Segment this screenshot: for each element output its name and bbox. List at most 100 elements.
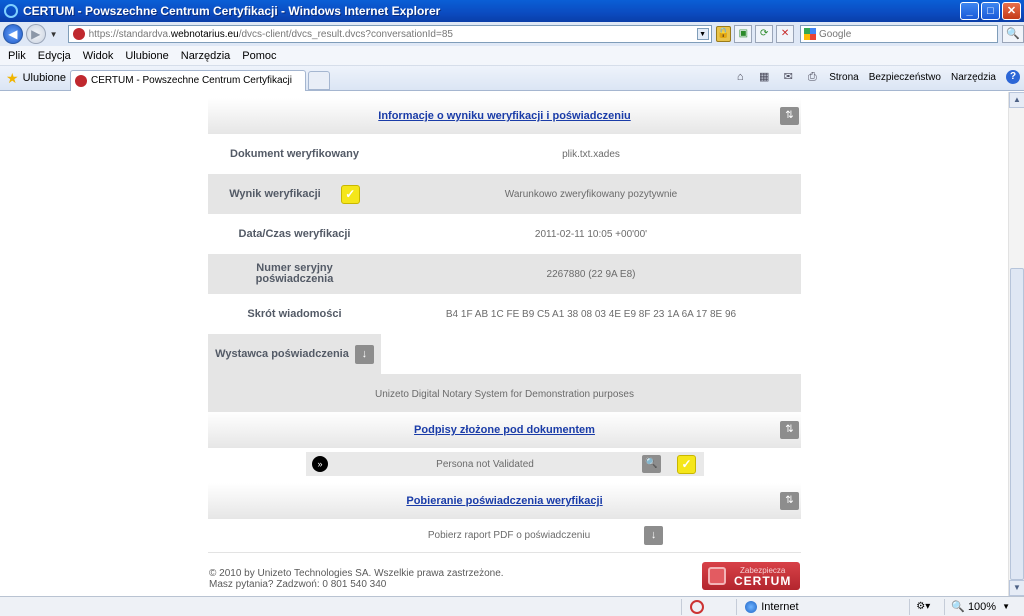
help-icon[interactable]: ?	[1006, 70, 1020, 84]
document-value: plik.txt.xades	[562, 148, 620, 160]
page-content: Informacje o wyniku weryfikacji i poświa…	[0, 92, 1008, 596]
badge-bottom-text: CERTUM	[734, 574, 792, 588]
result-value: Warunkowo zweryfikowany pozytywnie	[504, 188, 678, 200]
favorites-button[interactable]: ★ Ulubione	[0, 70, 68, 87]
tab-favicon-icon	[75, 74, 87, 87]
signatures-header: Podpisy złożone pod dokumentem ⇅	[208, 412, 801, 448]
check-icon: ✓	[340, 184, 360, 204]
history-dropdown-icon[interactable]: ▼	[50, 30, 58, 39]
refresh-icon[interactable]: ⟳	[755, 25, 774, 43]
row-issuer: Wystawca poświadczenia ↓	[208, 334, 801, 374]
zoom-dropdown-icon[interactable]: ▼	[1002, 602, 1010, 611]
menu-edit[interactable]: Edycja	[38, 50, 71, 62]
scroll-down-icon[interactable]: ▼	[1009, 580, 1024, 596]
certum-badge[interactable]: Zabezpiecza CERTUM	[702, 562, 800, 590]
back-button[interactable]: ◀	[3, 24, 23, 44]
menu-view[interactable]: Widok	[83, 50, 114, 62]
document-label: Dokument weryfikowany	[230, 148, 359, 160]
collapse-toggle-icon[interactable]: ⇅	[780, 492, 799, 510]
address-bar[interactable]: https://standardva.webnotarius.eu/dvcs-c…	[67, 25, 712, 43]
digest-label: Skrót wiadomości	[247, 308, 342, 320]
signature-check-icon: ✓	[677, 454, 696, 474]
expand-signature-icon[interactable]: »	[312, 456, 328, 472]
compatibility-icon[interactable]: ▣	[734, 25, 753, 43]
signature-row-wrap: » Persona not Validated 🔍 ✓	[208, 448, 801, 484]
popup-blocker-icon[interactable]: ⚙▾	[916, 601, 930, 612]
download-header-link[interactable]: Pobieranie poświadczenia weryfikacji	[406, 495, 602, 507]
command-bar: ⌂ ▦ ✉ ⎙ Strona Bezpieczeństwo Narzędzia …	[733, 70, 1020, 84]
status-divider	[681, 598, 683, 615]
search-input[interactable]	[819, 28, 980, 40]
page-menu[interactable]: Strona	[829, 72, 858, 83]
row-serial: Numer seryjny poświadczenia 2267880 (22 …	[208, 254, 801, 294]
copyright-text: © 2010 by Unizeto Technologies SA. Wszel…	[209, 568, 504, 579]
feeds-icon[interactable]: ▦	[757, 70, 771, 84]
stop-icon[interactable]: ✕	[776, 25, 795, 43]
url-text: https://standardva.webnotarius.eu/dvcs-c…	[88, 28, 453, 40]
contact-text: Masz pytania? Zadzwoń: 0 801 540 340	[209, 579, 387, 590]
maximize-button[interactable]: □	[981, 2, 1000, 20]
forward-button[interactable]: ▶	[25, 24, 46, 44]
expand-issuer-icon[interactable]: ↓	[354, 344, 374, 364]
report-label: Pobierz raport PDF o poświadczeniu	[427, 530, 591, 541]
issuer-value: Unizeto Digital Notary System for Demons…	[375, 388, 634, 400]
scroll-thumb[interactable]	[1010, 268, 1024, 580]
home-icon[interactable]: ⌂	[733, 70, 747, 84]
signatures-section: Podpisy złożone pod dokumentem ⇅ » Perso…	[208, 412, 801, 484]
verification-header-link[interactable]: Informacje o wyniku weryfikacji i poświa…	[378, 110, 630, 122]
download-row: Pobierz raport PDF o poświadczeniu ↓	[208, 519, 801, 553]
row-document: Dokument weryfikowany plik.txt.xades	[208, 134, 801, 174]
minimize-button[interactable]: _	[960, 2, 979, 20]
datetime-label: Data/Czas weryfikacji	[238, 228, 351, 240]
ie-logo-icon	[4, 4, 18, 18]
tools-menu[interactable]: Narzędzia	[951, 72, 996, 83]
datetime-value: 2011-02-11 10:05 +00'00'	[534, 228, 648, 240]
signatures-header-link[interactable]: Podpisy złożone pod dokumentem	[414, 424, 595, 436]
row-datetime: Data/Czas weryfikacji 2011-02-11 10:05 +…	[208, 214, 801, 254]
collapse-toggle-icon[interactable]: ⇅	[780, 421, 799, 439]
row-digest: Skrót wiadomości B4 1F AB 1C FE B9 C5 A1…	[208, 294, 801, 334]
serial-label: Numer seryjny poświadczenia	[255, 262, 334, 285]
magnifier-icon[interactable]: 🔍	[642, 455, 661, 473]
verification-header: Informacje o wyniku weryfikacji i poświa…	[208, 98, 801, 134]
security-lock-icon[interactable]: 🔒	[715, 26, 732, 42]
menu-tools[interactable]: Narzędzia	[181, 50, 231, 62]
download-header: Pobieranie poświadczenia weryfikacji ⇅	[208, 483, 801, 519]
globe-icon	[745, 600, 758, 613]
safety-menu[interactable]: Bezpieczeństwo	[869, 72, 941, 83]
footer: © 2010 by Unizeto Technologies SA. Wszel…	[209, 568, 504, 590]
collapse-toggle-icon[interactable]: ⇅	[780, 107, 799, 125]
menu-bar: Plik Edycja Widok Ulubione Narzędzia Pom…	[0, 46, 1024, 66]
menu-favorites[interactable]: Ulubione	[125, 50, 168, 62]
verification-section: Informacje o wyniku weryfikacji i poświa…	[208, 98, 801, 414]
download-section: Pobieranie poświadczenia weryfikacji ⇅ P…	[208, 483, 801, 553]
tabs-bar: ★ Ulubione CERTUM - Powszechne Centrum C…	[0, 66, 1024, 91]
persona-text: Persona not Validated	[436, 458, 534, 470]
tab-certum[interactable]: CERTUM - Powszechne Centrum Certyfikacji	[70, 69, 306, 91]
search-button[interactable]: 🔍	[1002, 25, 1024, 43]
zoom-control[interactable]: 🔍 100% ▼	[945, 600, 1024, 614]
address-toolbar: ◀ ▶ ▼ https://standardva.webnotarius.eu/…	[0, 22, 1024, 46]
signature-row: » Persona not Validated 🔍 ✓	[306, 452, 704, 476]
download-pdf-icon[interactable]: ↓	[644, 526, 664, 545]
search-box[interactable]	[800, 25, 999, 43]
site-favicon-icon	[72, 28, 85, 40]
zoom-icon: 🔍	[951, 601, 965, 613]
protected-mode-icon[interactable]	[690, 599, 705, 614]
address-dropdown-icon[interactable]: ▼	[696, 28, 709, 40]
scroll-up-icon[interactable]: ▲	[1009, 92, 1024, 108]
vertical-scrollbar[interactable]: ▲ ▼	[1008, 92, 1024, 596]
status-bar: Internet ⚙▾ 🔍 100% ▼	[0, 596, 1024, 616]
print-icon[interactable]: ⎙	[805, 70, 819, 84]
close-window-button[interactable]: ✕	[1002, 2, 1021, 20]
star-icon: ★	[6, 69, 19, 86]
menu-help[interactable]: Pomoc	[242, 50, 276, 62]
google-icon	[804, 28, 817, 40]
digest-value: B4 1F AB 1C FE B9 C5 A1 38 08 03 4E E9 8…	[445, 308, 737, 320]
zone-indicator[interactable]: Internet	[737, 600, 907, 613]
new-tab-button[interactable]	[308, 70, 330, 90]
mail-icon[interactable]: ✉	[781, 70, 795, 84]
padlock-icon	[708, 567, 726, 585]
menu-file[interactable]: Plik	[8, 50, 26, 62]
zone-label: Internet	[761, 600, 799, 613]
